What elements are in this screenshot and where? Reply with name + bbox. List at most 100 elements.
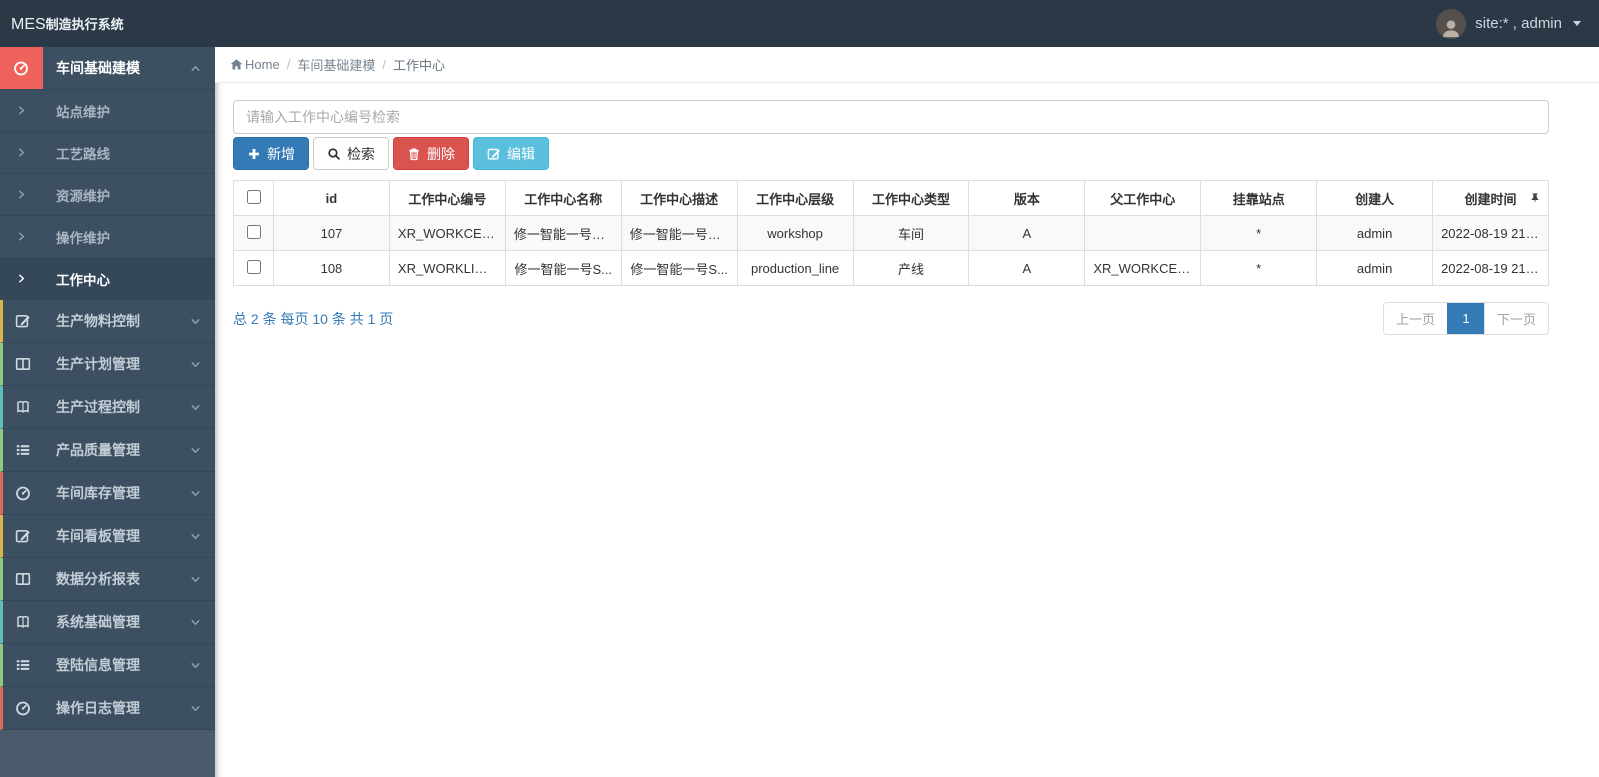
edit-button[interactable]: 编辑 xyxy=(473,137,549,170)
trash-icon xyxy=(407,147,421,161)
cell-code: XR_WORKLINE... xyxy=(388,250,506,286)
table-row[interactable]: 107 XR_WORKCEN... 修一智能一号车间 修一智能一号车间 work… xyxy=(233,215,1549,251)
sidebar-group-quality-management[interactable]: 产品质量管理 xyxy=(0,429,215,472)
chevron-down-icon xyxy=(190,703,201,714)
app-logo-mes: MES xyxy=(11,15,46,33)
chevron-right-icon xyxy=(16,105,27,116)
pagination-summary: 总 2 条 每页 10 条 共 1 页 xyxy=(233,310,394,327)
chevron-down-icon xyxy=(190,402,201,413)
search-input[interactable] xyxy=(233,100,1549,134)
sidebar-group-label: 生产计划管理 xyxy=(56,356,140,372)
cell-name: 修一智能一号S... xyxy=(504,250,622,286)
column-header-type: 工作中心类型 xyxy=(852,180,970,216)
chevron-right-icon xyxy=(16,189,27,200)
columns-icon xyxy=(3,558,43,600)
breadcrumb-separator: / xyxy=(382,57,386,72)
sidebar-item-operation-maintenance[interactable]: 操作维护 xyxy=(0,216,215,258)
sidebar-item-resource-maintenance[interactable]: 资源维护 xyxy=(0,174,215,216)
sidebar: 车间基础建模 站点维护 工艺路线 资源维护 操作维护 工作中心 生产物料控制 生… xyxy=(0,47,215,777)
sidebar-group-operation-log-management[interactable]: 操作日志管理 xyxy=(0,687,215,730)
sidebar-group-data-analysis-report[interactable]: 数据分析报表 xyxy=(0,558,215,601)
chevron-down-icon xyxy=(190,660,201,671)
sidebar-item-work-center[interactable]: 工作中心 xyxy=(0,258,215,300)
dashboard-icon xyxy=(3,472,43,514)
sidebar-group-login-info-management[interactable]: 登陆信息管理 xyxy=(0,644,215,687)
prev-page-button[interactable]: 上一页 xyxy=(1383,303,1447,334)
sidebar-group-label: 车间基础建模 xyxy=(56,60,140,76)
sidebar-group-label: 操作日志管理 xyxy=(56,700,140,716)
chevron-right-icon xyxy=(16,231,27,242)
person-icon xyxy=(1440,17,1462,39)
edit-icon xyxy=(3,300,43,342)
cell-level: workshop xyxy=(736,215,854,251)
plus-icon xyxy=(247,147,261,161)
row-checkbox[interactable] xyxy=(246,224,261,239)
work-center-table: id 工作中心编号 工作中心名称 工作中心描述 工作中心层级 工作中心类型 版本… xyxy=(233,180,1549,286)
sidebar-group-label: 系统基础管理 xyxy=(56,614,140,630)
cell-code: XR_WORKCEN... xyxy=(388,215,506,251)
cell-name: 修一智能一号车间 xyxy=(504,215,622,251)
table-row[interactable]: 108 XR_WORKLINE... 修一智能一号S... 修一智能一号S...… xyxy=(233,250,1549,286)
app-logo: MES 制造执行系统 xyxy=(11,14,124,34)
chevron-down-icon xyxy=(190,359,201,370)
sidebar-item-label: 站点维护 xyxy=(56,104,110,120)
sidebar-item-process-route[interactable]: 工艺路线 xyxy=(0,132,215,174)
sidebar-group-workshop-modeling[interactable]: 车间基础建模 xyxy=(0,47,215,90)
next-page-button[interactable]: 下一页 xyxy=(1483,303,1548,334)
user-menu[interactable]: site:* , admin xyxy=(1436,8,1581,39)
cell-parent xyxy=(1084,215,1202,251)
row-checkbox[interactable] xyxy=(246,259,261,274)
sidebar-group-board-management[interactable]: 车间看板管理 xyxy=(0,515,215,558)
delete-button[interactable]: 删除 xyxy=(393,137,469,170)
add-button[interactable]: 新增 xyxy=(233,137,309,170)
columns-icon xyxy=(3,343,43,385)
cell-description: 修一智能一号车间 xyxy=(620,215,738,251)
caret-down-icon xyxy=(1573,21,1581,26)
column-header-name: 工作中心名称 xyxy=(504,180,622,216)
cell-creator: admin xyxy=(1316,215,1434,251)
book-icon xyxy=(3,386,43,428)
sidebar-item-station-maintenance[interactable]: 站点维护 xyxy=(0,90,215,132)
sidebar-filler xyxy=(0,730,215,777)
column-header-description: 工作中心描述 xyxy=(620,180,738,216)
table-header-row: id 工作中心编号 工作中心名称 工作中心描述 工作中心层级 工作中心类型 版本… xyxy=(233,180,1549,216)
column-header-code: 工作中心编号 xyxy=(388,180,506,216)
chevron-down-icon xyxy=(190,316,201,327)
breadcrumb-level1[interactable]: 车间基础建模 xyxy=(297,55,375,74)
chevron-right-icon xyxy=(16,147,27,158)
sidebar-group-label: 登陆信息管理 xyxy=(56,657,140,673)
list-icon xyxy=(3,429,43,471)
sidebar-group-plan-management[interactable]: 生产计划管理 xyxy=(0,343,215,386)
sidebar-item-label: 工作中心 xyxy=(56,272,110,288)
pushpin-icon[interactable] xyxy=(1529,192,1541,204)
sidebar-group-system-basic-management[interactable]: 系统基础管理 xyxy=(0,601,215,644)
cell-station: * xyxy=(1200,250,1318,286)
column-header-id: id xyxy=(273,180,390,216)
select-all-checkbox[interactable] xyxy=(246,189,261,204)
book-icon xyxy=(3,601,43,643)
page-1-button[interactable]: 1 xyxy=(1446,303,1484,334)
column-header-parent: 父工作中心 xyxy=(1084,180,1202,216)
search-icon xyxy=(327,147,341,161)
chevron-down-icon xyxy=(190,574,201,585)
sidebar-item-label: 工艺路线 xyxy=(56,146,110,162)
sidebar-group-inventory-management[interactable]: 车间库存管理 xyxy=(0,472,215,515)
sidebar-group-process-control[interactable]: 生产过程控制 xyxy=(0,386,215,429)
main-content: Home / 车间基础建模 / 工作中心 新增 检索 删除 xyxy=(215,47,1599,777)
sidebar-group-label: 生产物料控制 xyxy=(56,313,140,329)
chevron-down-icon xyxy=(190,531,201,542)
sidebar-group-material-control[interactable]: 生产物料控制 xyxy=(0,300,215,343)
sidebar-group-label: 数据分析报表 xyxy=(56,571,140,587)
sidebar-group-label: 车间看板管理 xyxy=(56,528,140,544)
dashboard-icon xyxy=(0,47,43,89)
pager: 上一页 1 下一页 xyxy=(1382,302,1549,335)
chevron-down-icon xyxy=(190,617,201,628)
breadcrumb-home[interactable]: Home xyxy=(230,57,280,72)
column-header-station: 挂靠站点 xyxy=(1200,180,1318,216)
chevron-right-icon xyxy=(16,273,27,284)
sidebar-group-label: 产品质量管理 xyxy=(56,442,140,458)
column-header-version: 版本 xyxy=(968,180,1086,216)
search-button[interactable]: 检索 xyxy=(313,137,389,170)
breadcrumb: Home / 车间基础建模 / 工作中心 xyxy=(215,47,1599,83)
list-icon xyxy=(3,644,43,686)
